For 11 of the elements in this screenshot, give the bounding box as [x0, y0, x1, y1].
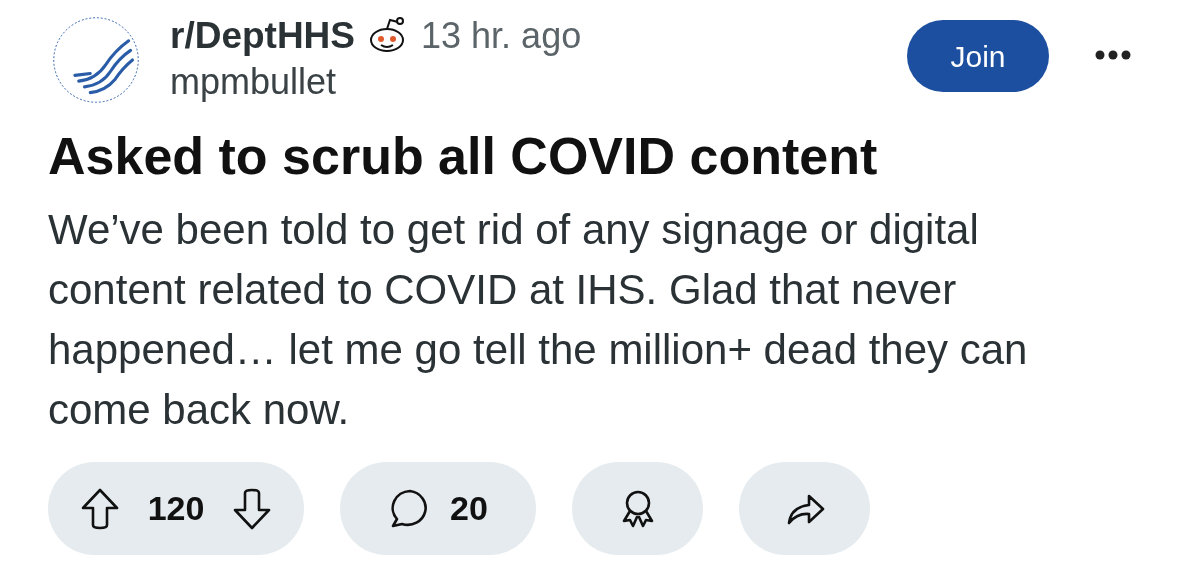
post-title: Asked to scrub all COVID content — [48, 126, 879, 186]
vote-count: 120 — [147, 488, 205, 529]
comments-button[interactable]: 20 — [340, 462, 536, 555]
post-body: We’ve been told to get rid of any signage or digital content related to COVID at IHS. Glad that never happened… let me go tell the million+ dead they can come back now. — [48, 205, 1029, 435]
comment-count: 20 — [450, 488, 488, 529]
downvote-icon[interactable] — [232, 486, 273, 531]
more-options-icon[interactable] — [1095, 50, 1131, 60]
post-time: 13 hr. ago — [421, 14, 582, 58]
vote-bar[interactable]: 120 — [48, 462, 304, 555]
join-button[interactable]: Join — [907, 20, 1049, 92]
upvote-icon[interactable] — [79, 486, 120, 531]
